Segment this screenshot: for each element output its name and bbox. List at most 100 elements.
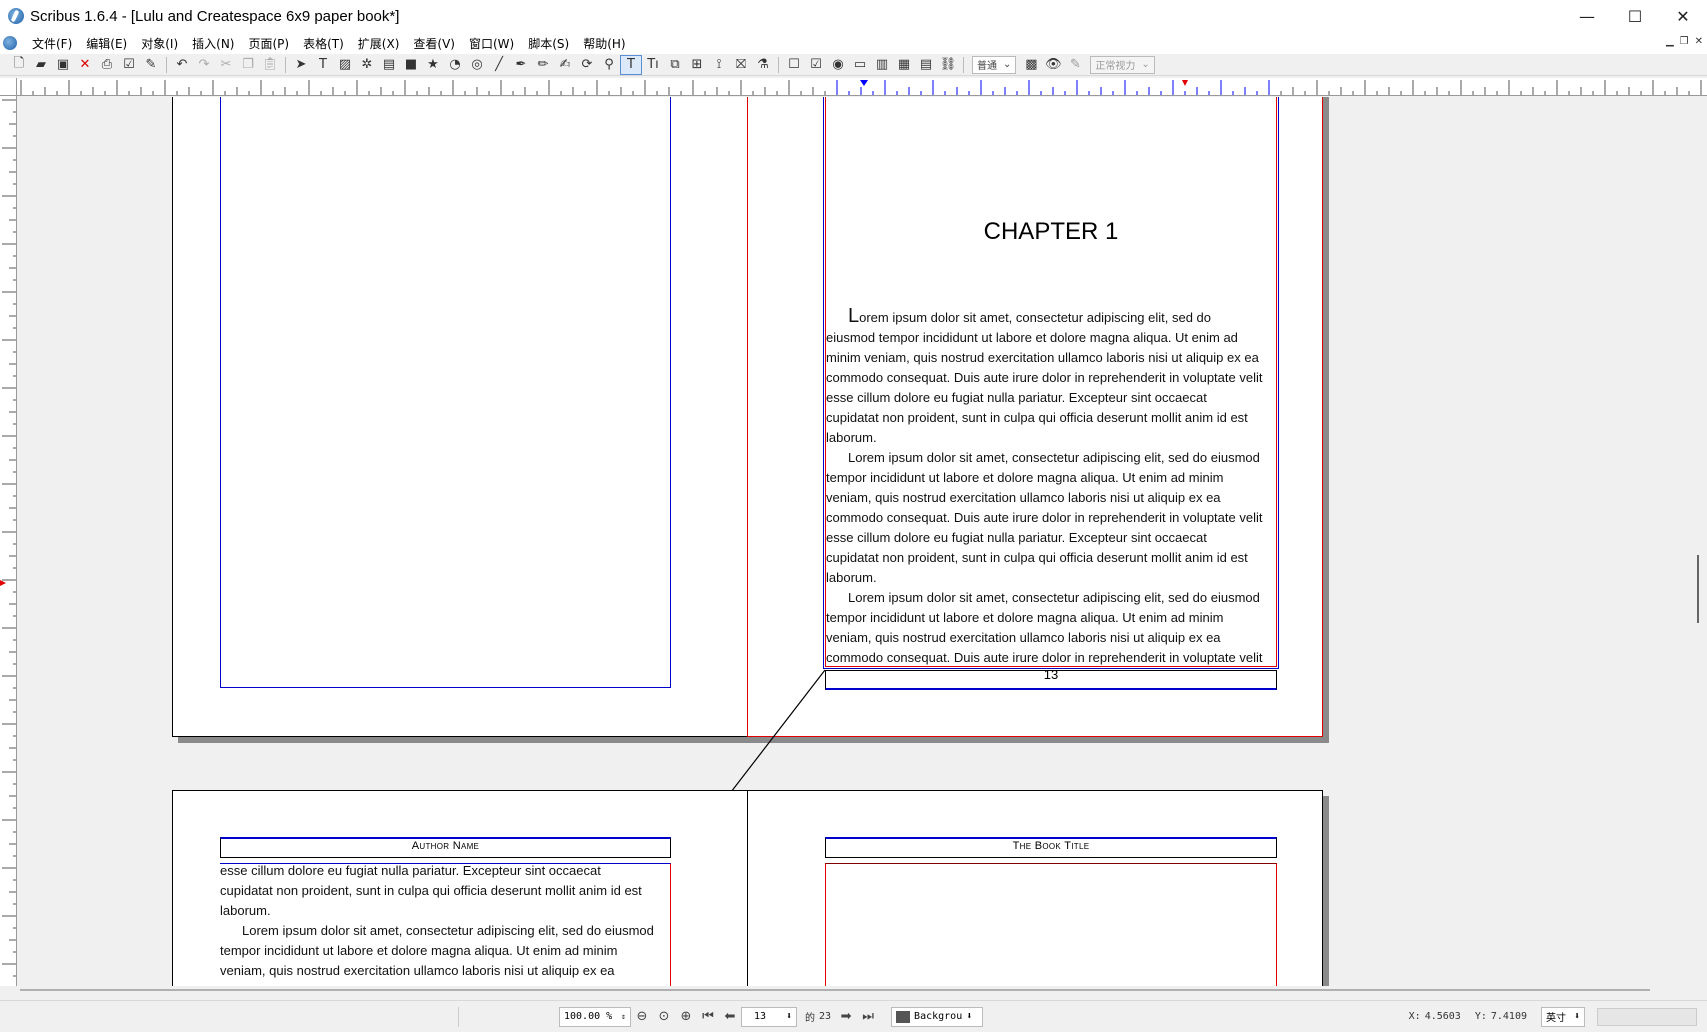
ruler-corner — [0, 78, 17, 96]
pdf-link-annotation-icon[interactable]: ⛓ — [937, 55, 959, 75]
select-pointer-icon[interactable]: ➤ — [290, 55, 312, 75]
last-page-icon[interactable]: ⏭ — [857, 1007, 879, 1027]
menu-view[interactable]: 查看(V) — [406, 35, 462, 52]
menu-script[interactable]: 脚本(S) — [521, 35, 576, 52]
mdi-restore-icon[interactable]: ❐ — [1680, 36, 1689, 47]
eyedropper-icon[interactable]: ⚗ — [752, 55, 774, 75]
horizontal-scrollbar[interactable] — [18, 986, 1650, 994]
freehand-pencil-icon[interactable]: ✏ — [532, 55, 554, 75]
menu-item[interactable]: 对象(I) — [134, 35, 185, 52]
edit-text-icon[interactable]: T — [620, 54, 642, 75]
undo-icon[interactable]: ↶ — [171, 55, 193, 75]
toolbar-separator — [166, 56, 167, 73]
visual-appearance-select[interactable]: 正常视力 ⌄ — [1090, 55, 1155, 74]
arrow-down-icon[interactable]: ⬇ — [966, 1011, 972, 1022]
vertical-ruler[interactable] — [0, 96, 17, 986]
continued-body-text: esse cillum dolore eu fugiat nulla paria… — [220, 861, 654, 981]
image-frame-icon[interactable]: ▨ — [334, 55, 356, 75]
link-frames-icon[interactable]: ⧉ — [664, 55, 686, 75]
story-editor-icon[interactable]: Tı — [642, 55, 664, 75]
text-line: esse cillum dolore eu fugiat nulla paria… — [220, 863, 601, 878]
render-frame-icon[interactable]: ✲ — [356, 55, 378, 75]
chevron-down-icon: ⌄ — [1003, 59, 1012, 70]
pdf-combobox-icon[interactable]: ▥ — [871, 55, 893, 75]
pdf-checkbox-icon[interactable]: ☑ — [805, 55, 827, 75]
unlink-frames-icon[interactable]: ⊞ — [686, 55, 708, 75]
status-divider — [458, 1006, 459, 1027]
menu-file[interactable]: 文件(F) — [25, 35, 79, 52]
menu-edit[interactable]: 编辑(E) — [79, 35, 134, 52]
calligraphic-line-icon[interactable]: ✍ — [554, 55, 576, 75]
spin-arrows-icon[interactable]: ⇕ — [621, 1012, 626, 1021]
edit-mode-icon[interactable]: ✎ — [1064, 55, 1086, 75]
redo-icon[interactable]: ↷ — [193, 55, 215, 75]
menu-window[interactable]: 窗口(W) — [462, 35, 521, 52]
right-empty-text-frame[interactable] — [825, 863, 1277, 986]
color-management-icon[interactable]: ▩ — [1020, 55, 1042, 75]
arc-icon[interactable]: ◔ — [444, 55, 466, 75]
window-controls: — ☐ ✕ — [1563, 0, 1707, 32]
menu-table[interactable]: 表格(T) — [296, 35, 351, 52]
pdf-textfield-icon[interactable]: ▭ — [849, 55, 871, 75]
copy-properties-icon[interactable]: ⛝ — [730, 55, 752, 75]
minimize-button[interactable]: — — [1563, 0, 1611, 32]
document-icon[interactable] — [3, 36, 17, 50]
layer-select[interactable]: Backgrou ⬇ — [891, 1006, 984, 1027]
mdi-minimize-icon[interactable]: ▁ — [1666, 36, 1674, 47]
preview-eye-icon[interactable]: 👁︎ — [1042, 55, 1064, 75]
copy-icon[interactable]: ❐ — [237, 55, 259, 75]
line-icon[interactable]: ╱ — [488, 55, 510, 75]
page-number-field[interactable]: 13 ⬇ — [741, 1006, 797, 1027]
pdf-button-icon[interactable]: ☐ — [783, 55, 805, 75]
open-folder-icon[interactable]: ▰ — [30, 55, 52, 75]
previous-page-icon[interactable]: ⬅ — [719, 1007, 741, 1027]
arrow-down-icon[interactable]: ⬇ — [1574, 1011, 1580, 1022]
mdi-close-icon[interactable]: ✕ — [1695, 36, 1703, 47]
shape-icon[interactable]: ■ — [400, 55, 422, 75]
toolbar-separator — [963, 56, 964, 73]
document-canvas[interactable]: CHAPTER 1 Lorem ipsum dolor sit amet, co… — [18, 97, 1707, 986]
arrow-down-icon[interactable]: ⬇ — [786, 1011, 792, 1022]
horizontal-scrollbar-thumb[interactable] — [20, 989, 1650, 991]
table-icon[interactable]: ▤ — [378, 55, 400, 75]
zoom-actual-icon[interactable]: ⊙ — [653, 1007, 675, 1027]
x-coord-value: 4.5603 — [1424, 1011, 1461, 1022]
unit-select[interactable]: 英寸 ⬇ — [1541, 1006, 1585, 1027]
horizontal-ruler[interactable] — [17, 78, 1707, 96]
zoom-in-icon[interactable]: ⊕ — [675, 1007, 697, 1027]
text-line: laborum. — [220, 903, 271, 918]
zoom-out-icon[interactable]: ⊖ — [631, 1007, 653, 1027]
polygon-star-icon[interactable]: ★ — [422, 55, 444, 75]
rotate-icon[interactable]: ⟳ — [576, 55, 598, 75]
maximize-button[interactable]: ☐ — [1611, 0, 1659, 32]
cut-icon[interactable]: ✂ — [215, 55, 237, 75]
main-toolbar: 🗋 ▰ ▣ ✕ ⎙ ☑ ✎ ↶ ↷ ✂ ❐ 📋︎ ➤ T ▨ ✲ ▤ ■ ★ ◔… — [0, 54, 1707, 76]
pdf-listbox-icon[interactable]: ▦ — [893, 55, 915, 75]
pdf-radio-icon[interactable]: ◉ — [827, 55, 849, 75]
paste-icon[interactable]: 📋︎ — [259, 55, 281, 75]
menu-page[interactable]: 页面(P) — [241, 35, 296, 52]
close-document-icon[interactable]: ✕ — [74, 55, 96, 75]
menu-insert[interactable]: 插入(N) — [185, 35, 241, 52]
export-pdf-icon[interactable]: ✎ — [140, 55, 162, 75]
x-coord-label: X: — [1408, 1011, 1421, 1022]
close-button[interactable]: ✕ — [1659, 0, 1707, 32]
measure-icon[interactable]: ⟟ — [708, 55, 730, 75]
next-page-icon[interactable]: ➡ — [835, 1007, 857, 1027]
vertical-scrollbar-thumb[interactable] — [1697, 555, 1699, 623]
zoom-field[interactable]: 100.00 % ⇕ — [559, 1006, 631, 1027]
bezier-pen-icon[interactable]: ✒ — [510, 55, 532, 75]
save-icon[interactable]: ▣ — [52, 55, 74, 75]
horizontal-ruler-ticks — [20, 80, 1702, 95]
zoom-icon[interactable]: ⚲ — [598, 55, 620, 75]
menu-extras[interactable]: 扩展(X) — [351, 35, 407, 52]
pdf-text-annotation-icon[interactable]: ▤ — [915, 55, 937, 75]
image-mode-select[interactable]: 普通 ⌄ — [972, 55, 1017, 74]
print-icon[interactable]: ⎙ — [96, 55, 118, 75]
new-document-icon[interactable]: 🗋 — [8, 55, 30, 75]
spiral-icon[interactable]: ◎ — [466, 55, 488, 75]
menu-help[interactable]: 帮助(H) — [576, 35, 632, 52]
preflight-check-icon[interactable]: ☑ — [118, 55, 140, 75]
first-page-icon[interactable]: ⏮ — [697, 1007, 719, 1027]
text-frame-icon[interactable]: T — [312, 55, 334, 75]
